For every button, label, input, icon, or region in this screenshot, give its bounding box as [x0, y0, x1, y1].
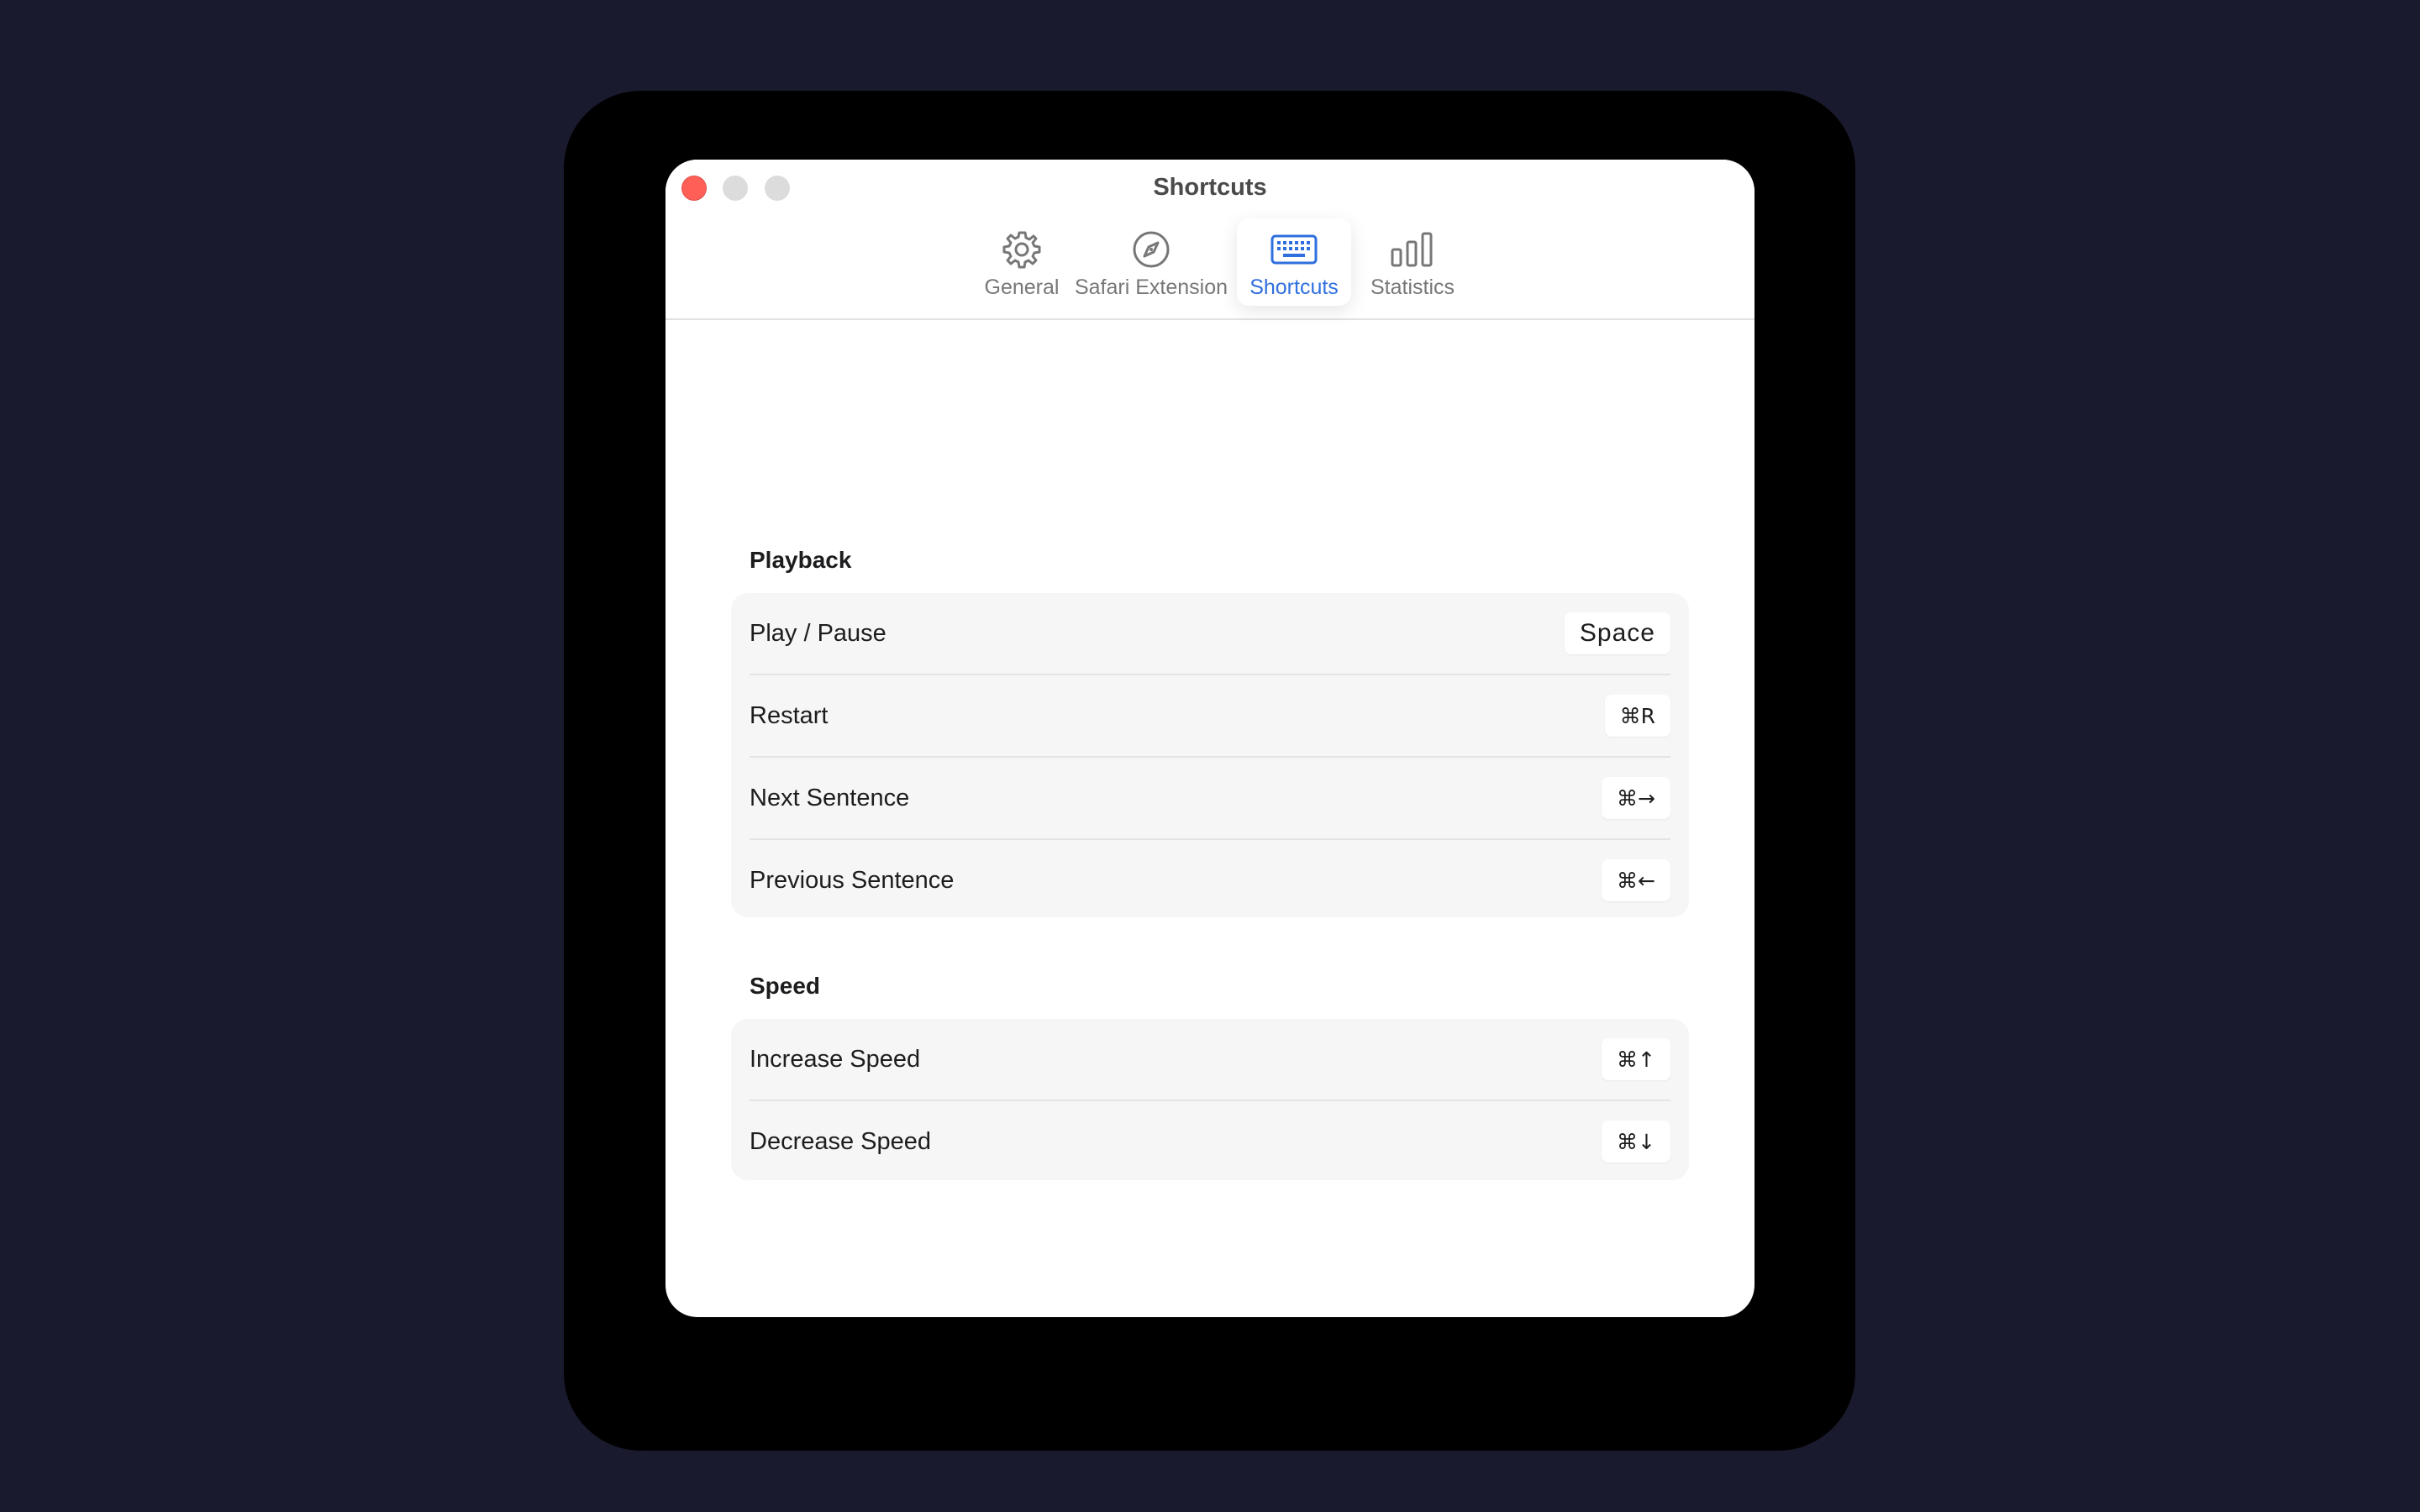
shortcut-row-decrease-speed[interactable]: Decrease Speed ⌘↓	[750, 1101, 1670, 1182]
keyboard-icon	[1270, 228, 1318, 270]
bar-chart-icon	[1389, 228, 1436, 270]
tab-safari-extension-label: Safari Extension	[1074, 276, 1228, 299]
tab-shortcuts-label: Shortcuts	[1249, 276, 1339, 299]
shortcut-row-next-sentence[interactable]: Next Sentence ⌘→	[750, 758, 1670, 840]
shortcut-key[interactable]: ⌘R	[1604, 695, 1670, 737]
shortcut-key[interactable]: Space	[1564, 612, 1670, 654]
tab-general[interactable]: General	[963, 218, 1081, 306]
tab-general-label: General	[984, 276, 1060, 299]
playback-group: Play / Pause Space Restart ⌘R Next Sente…	[731, 593, 1689, 917]
tab-shortcuts[interactable]: Shortcuts	[1237, 218, 1351, 306]
section-title-playback: Playback	[750, 547, 852, 573]
shortcut-row-increase-speed[interactable]: Increase Speed ⌘↑	[750, 1019, 1670, 1101]
shortcut-key[interactable]: ⌘↑	[1602, 1038, 1670, 1080]
shortcut-label: Previous Sentence	[750, 866, 955, 894]
tab-safari-extension[interactable]: Safari Extension	[1067, 218, 1235, 306]
shortcut-row-restart[interactable]: Restart ⌘R	[750, 675, 1670, 758]
shortcut-key[interactable]: ⌘→	[1602, 777, 1670, 819]
shortcut-key[interactable]: ⌘←	[1602, 859, 1670, 901]
gear-icon	[1002, 228, 1042, 270]
compass-icon	[1131, 228, 1171, 270]
window-title: Shortcuts	[1153, 174, 1267, 201]
titlebar: Shortcuts General Safari Extension Short…	[666, 160, 1754, 320]
tab-statistics-label: Statistics	[1370, 276, 1455, 299]
shortcut-label: Decrease Speed	[750, 1127, 932, 1155]
tab-statistics[interactable]: Statistics	[1360, 218, 1465, 306]
speed-group: Increase Speed ⌘↑ Decrease Speed ⌘↓	[731, 1019, 1689, 1180]
shortcut-row-previous-sentence[interactable]: Previous Sentence ⌘←	[750, 840, 1670, 921]
section-title-speed: Speed	[750, 973, 821, 999]
toolbar-tabs: General Safari Extension Shortcuts Stati…	[666, 218, 1754, 309]
shortcut-key[interactable]: ⌘↓	[1602, 1121, 1670, 1163]
shortcut-row-play-pause[interactable]: Play / Pause Space	[750, 593, 1670, 675]
shortcut-label: Restart	[750, 701, 829, 729]
shortcut-label: Increase Speed	[750, 1045, 921, 1073]
preferences-window: Shortcuts General Safari Extension Short…	[666, 160, 1754, 1317]
shortcut-label: Play / Pause	[750, 619, 886, 647]
shortcut-label: Next Sentence	[750, 784, 910, 811]
